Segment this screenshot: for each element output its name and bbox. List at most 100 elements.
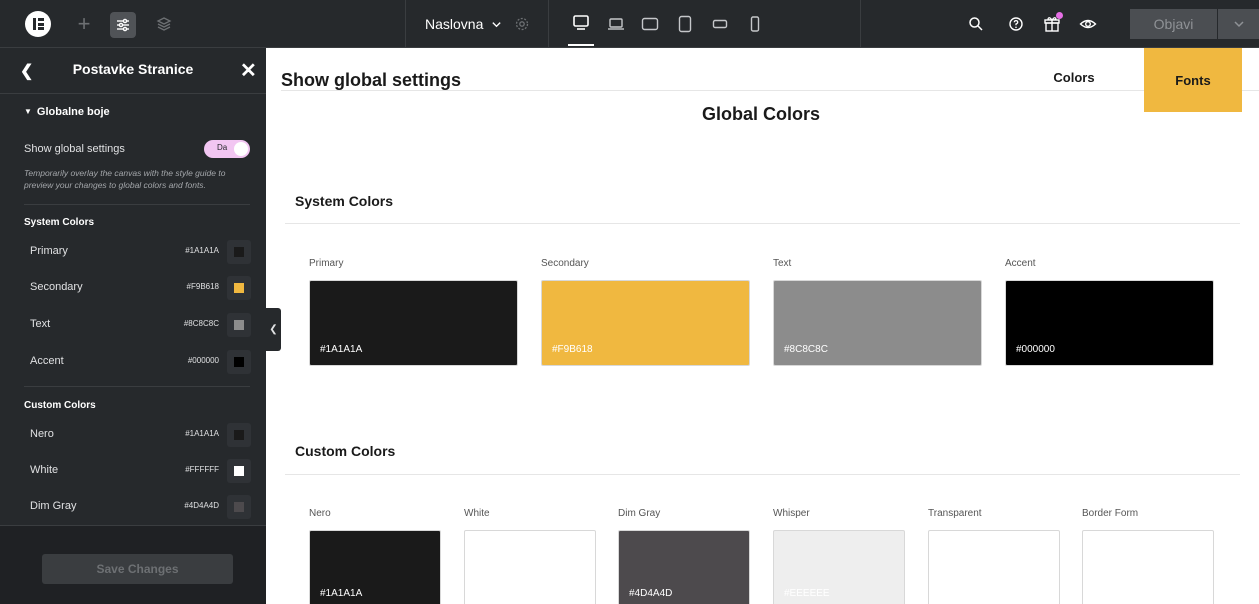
swatch-label: Transparent <box>928 508 982 519</box>
show-global-settings-toggle[interactable]: Da <box>204 140 250 158</box>
mobile-landscape-icon[interactable] <box>707 12 733 36</box>
tablet-portrait-icon[interactable] <box>672 12 698 36</box>
color-hex: #1A1A1A <box>185 429 219 438</box>
color-name: Primary <box>30 245 68 257</box>
color-swatch[interactable] <box>227 240 251 264</box>
color-name: Accent <box>30 355 64 367</box>
publish-button[interactable]: Objavi <box>1130 9 1217 39</box>
system-colors-title: System Colors <box>24 217 95 228</box>
custom-colors-heading: Custom Colors <box>295 443 396 459</box>
color-swatch[interactable] <box>227 423 251 447</box>
chevron-down-icon <box>492 21 502 27</box>
color-swatch[interactable] <box>227 313 251 337</box>
color-row-secondary[interactable]: Secondary #F9B618 <box>0 270 266 306</box>
section-toggle-global-colors[interactable]: ▼ Globalne boje <box>24 106 110 118</box>
swatch-hex: #EEEEEE <box>784 588 830 599</box>
swatch-nero[interactable]: #1A1A1A <box>309 530 441 604</box>
swatch-fill <box>234 466 244 476</box>
swatch-whisper[interactable]: #EEEEEE <box>773 530 905 604</box>
swatch-hex: #000000 <box>1016 344 1055 355</box>
desktop-icon[interactable] <box>568 12 594 46</box>
publish-options-chevron-icon[interactable] <box>1218 9 1259 39</box>
swatch-text[interactable]: #8C8C8C <box>773 280 982 366</box>
color-hex: #FFFFFF <box>185 465 219 474</box>
swatch-fill <box>234 247 244 257</box>
color-swatch[interactable] <box>227 276 251 300</box>
toggle-label: Da <box>217 143 228 152</box>
caret-down-icon: ▼ <box>24 107 32 116</box>
save-changes-button[interactable]: Save Changes <box>42 554 233 584</box>
color-row-white[interactable]: White #FFFFFF <box>0 453 266 489</box>
top-bar: + Naslovna Objavi <box>0 0 1259 48</box>
page-settings-gear-icon[interactable] <box>510 12 534 36</box>
swatch-label: Dim Gray <box>618 508 661 519</box>
separator <box>405 0 406 48</box>
help-icon[interactable] <box>1004 12 1028 36</box>
color-swatch[interactable] <box>227 495 251 519</box>
color-name: White <box>30 464 59 476</box>
swatch-secondary[interactable]: #F9B618 <box>541 280 750 366</box>
swatch-label: Whisper <box>773 508 810 519</box>
hint-text: Temporarily overlay the canvas with the … <box>24 168 226 190</box>
swatch-fill <box>234 320 244 330</box>
panel-footer: Save Changes <box>0 525 266 604</box>
swatch-transparent[interactable] <box>928 530 1060 604</box>
canvas-preview: Show global settings Colors Fonts Global… <box>281 48 1259 604</box>
swatch-fill <box>234 283 244 293</box>
search-icon[interactable] <box>964 12 988 36</box>
close-icon[interactable]: ✕ <box>240 58 257 83</box>
laptop-icon[interactable] <box>603 12 629 36</box>
mobile-portrait-icon[interactable] <box>742 12 768 36</box>
separator <box>548 0 549 48</box>
color-row-primary[interactable]: Primary #1A1A1A <box>0 234 266 270</box>
page-selector[interactable]: Naslovna <box>425 12 502 36</box>
tablet-landscape-icon[interactable] <box>637 12 663 36</box>
swatch-accent[interactable]: #000000 <box>1005 280 1214 366</box>
add-element-icon[interactable]: + <box>72 11 96 36</box>
color-name: Text <box>30 318 51 330</box>
system-colors-heading: System Colors <box>295 193 394 209</box>
tab-fonts[interactable]: Fonts <box>1144 48 1242 112</box>
divider <box>281 90 1259 91</box>
divider <box>285 223 1240 224</box>
color-name: Dim Gray <box>30 500 77 512</box>
eye-icon[interactable] <box>1076 12 1100 36</box>
color-row-text[interactable]: Text #8C8C8C <box>0 307 266 343</box>
global-colors-heading: Global Colors <box>701 104 820 124</box>
panel-title: Postavke Stranice <box>72 61 194 77</box>
swatch-fill <box>234 357 244 367</box>
color-row-dim-gray[interactable]: Dim Gray #4D4A4D <box>0 489 266 525</box>
swatch-label: Border Form <box>1082 508 1139 519</box>
swatch-hex: #1A1A1A <box>320 588 363 599</box>
page-name: Naslovna <box>425 16 484 32</box>
swatch-border-form[interactable] <box>1082 530 1214 604</box>
swatch-hex: #8C8C8C <box>784 344 828 355</box>
color-swatch[interactable] <box>227 350 251 374</box>
collapse-panel-icon[interactable]: ❮ <box>266 308 281 351</box>
swatch-label: Accent <box>1005 258 1036 269</box>
divider <box>285 474 1240 475</box>
divider <box>24 204 250 205</box>
swatch-label: Text <box>773 258 792 269</box>
color-hex: #F9B618 <box>186 282 219 291</box>
section-title: Globalne boje <box>36 106 110 118</box>
site-settings-icon[interactable] <box>110 12 136 38</box>
swatch-dim-gray[interactable]: #4D4A4D <box>618 530 750 604</box>
custom-colors-title: Custom Colors <box>24 400 96 411</box>
swatch-hex: #1A1A1A <box>320 344 363 355</box>
swatch-label: White <box>464 508 490 519</box>
layers-icon[interactable] <box>152 12 176 36</box>
settings-panel: ❮ Postavke Stranice ✕ ▼ Globalne boje Sho… <box>0 48 266 604</box>
color-hex: #4D4A4D <box>184 501 219 510</box>
color-hex: #1A1A1A <box>185 246 219 255</box>
gift-icon[interactable] <box>1040 12 1064 36</box>
color-row-accent[interactable]: Accent #000000 <box>0 344 266 380</box>
elementor-logo-icon[interactable] <box>25 11 51 37</box>
toggle-knob <box>234 142 248 156</box>
swatch-primary[interactable]: #1A1A1A <box>309 280 518 366</box>
swatch-fill <box>234 430 244 440</box>
color-row-nero[interactable]: Nero #1A1A1A <box>0 417 266 453</box>
swatch-white[interactable] <box>464 530 596 604</box>
color-swatch[interactable] <box>227 459 251 483</box>
tab-colors[interactable]: Colors <box>1021 70 1127 85</box>
